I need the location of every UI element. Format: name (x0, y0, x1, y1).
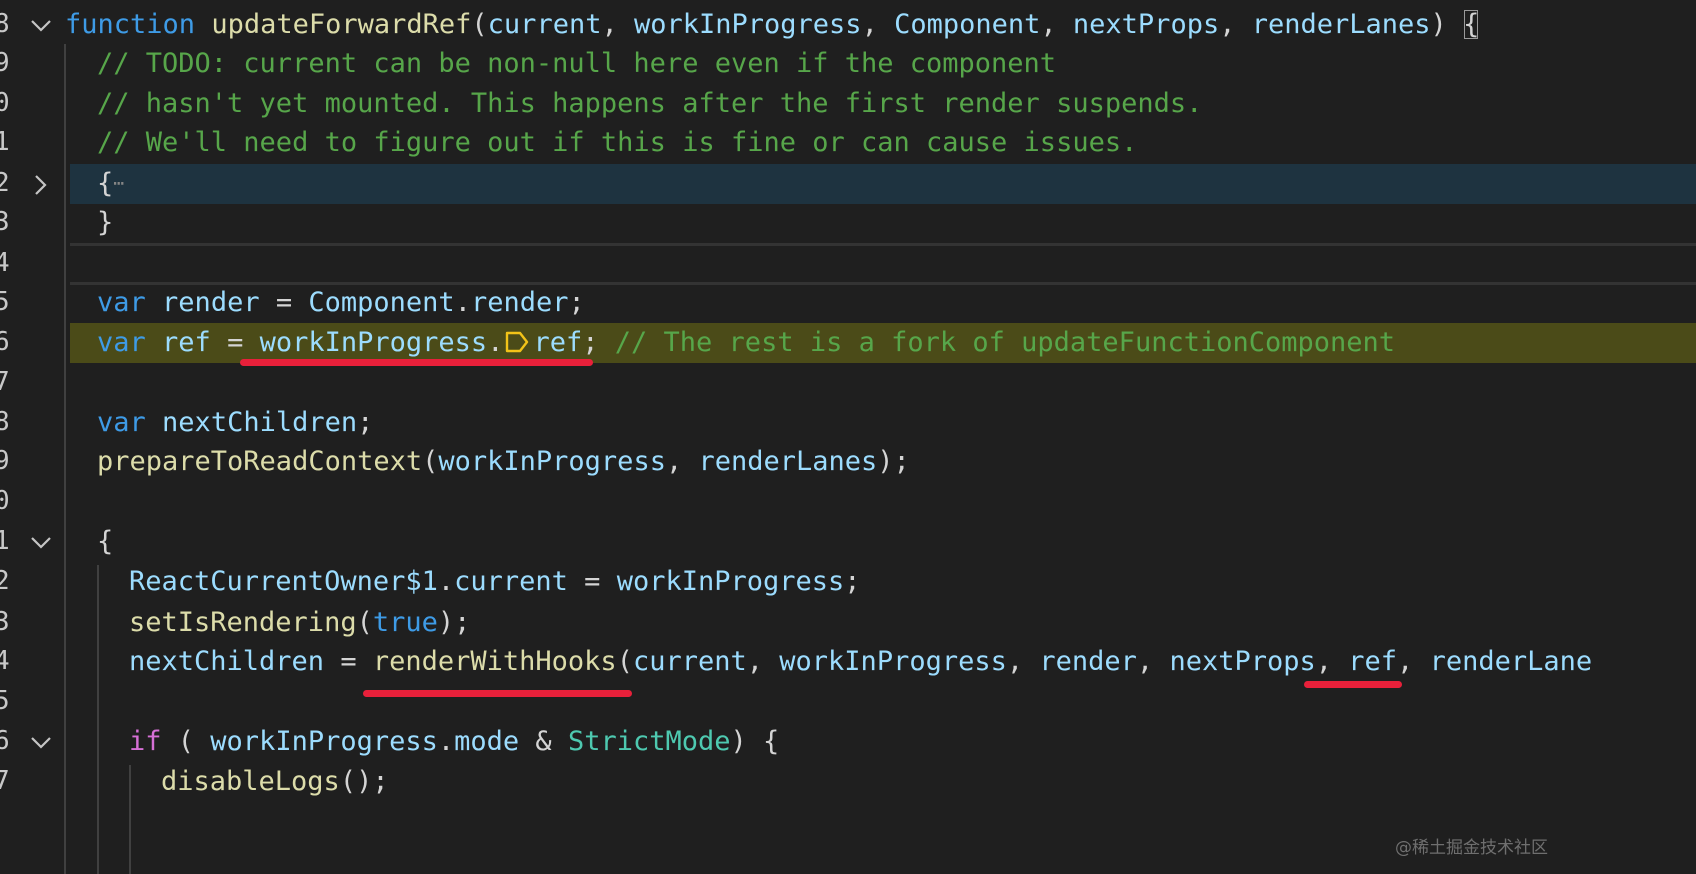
code-line[interactable]: 8 function updateForwardRef(current, wor… (0, 3, 1696, 46)
code-line[interactable]: 4 nextChildren = renderWithHooks(current… (0, 640, 1696, 683)
debug-breakpoint-arrow-icon[interactable] (503, 328, 531, 356)
code-line-folded[interactable]: 2 {⋯ (0, 162, 1696, 205)
line-number: 7 (0, 367, 10, 397)
line-number: 9 (0, 48, 10, 78)
comment: // TODO: current can be non-null here ev… (97, 48, 1057, 79)
chevron-down-icon[interactable] (28, 13, 54, 39)
comment: // hasn't yet mounted. This happens afte… (97, 88, 1203, 119)
code-line[interactable]: 9 prepareToReadContext(workInProgress, r… (0, 440, 1696, 483)
code-text: setIsRendering(true); (129, 607, 471, 638)
line-number: 0 (0, 88, 10, 118)
code-line[interactable]: 0 // hasn't yet mounted. This happens af… (0, 82, 1696, 125)
line-number: 5 (0, 686, 10, 716)
line-number: 2 (0, 168, 10, 198)
code-line[interactable]: 1 // We'll need to figure out if this is… (0, 121, 1696, 164)
code-line[interactable]: 9 // TODO: current can be non-null here … (0, 42, 1696, 85)
chevron-down-icon[interactable] (28, 530, 54, 556)
line-number: 6 (0, 726, 10, 756)
code-text: } (97, 207, 114, 238)
code-line[interactable]: 7 disableLogs(); (0, 760, 1696, 803)
line-number: 1 (0, 526, 10, 556)
code-text: nextChildren = renderWithHooks(current, … (129, 646, 1593, 677)
code-text: prepareToReadContext(workInProgress, ren… (97, 446, 910, 477)
code-text: {⋯ (97, 168, 125, 199)
code-line[interactable]: 5 (0, 680, 1696, 723)
line-number: 3 (0, 207, 10, 237)
code-text: function updateForwardRef(current, workI… (65, 9, 1480, 40)
code-text: var render = Component.render; (97, 287, 585, 318)
line-number: 8 (0, 407, 10, 437)
code-text: var nextChildren; (97, 407, 374, 438)
line-number: 1 (0, 127, 10, 157)
code-editor[interactable]: 8 function updateForwardRef(current, wor… (0, 0, 1696, 874)
line-number: 9 (0, 446, 10, 476)
matched-bracket: { (1463, 9, 1480, 40)
chevron-right-icon[interactable] (28, 172, 54, 198)
code-text: disableLogs(); (161, 766, 389, 797)
folded-ellipsis: ⋯ (113, 173, 125, 194)
code-line[interactable]: 7 (0, 361, 1696, 404)
line-number: 7 (0, 766, 10, 796)
line-number: 0 (0, 486, 10, 516)
code-line[interactable]: 8 var nextChildren; (0, 401, 1696, 444)
line-number: 3 (0, 607, 10, 637)
code-line[interactable]: 3 setIsRendering(true); (0, 601, 1696, 644)
line-number: 6 (0, 327, 10, 357)
code-text: var ref = workInProgress. ref; // The res… (97, 327, 1396, 358)
code-line[interactable]: 0 (0, 480, 1696, 523)
code-line[interactable]: 2 ReactCurrentOwner$1.current = workInPr… (0, 560, 1696, 603)
code-line[interactable]: 5 var render = Component.render; (0, 281, 1696, 324)
code-line[interactable]: 1 { (0, 520, 1696, 563)
line-number: 2 (0, 566, 10, 596)
code-line[interactable]: 4 (0, 242, 1696, 285)
code-line-current[interactable]: 6 var ref = workInProgress. ref; // The r… (0, 321, 1696, 364)
code-line[interactable]: 3 } (0, 201, 1696, 244)
watermark: @稀土掘金技术社区 (1395, 838, 1548, 858)
line-number: 5 (0, 287, 10, 317)
line-number: 4 (0, 248, 10, 278)
line-number: 8 (0, 9, 10, 39)
code-line[interactable]: 6 if ( workInProgress.mode & StrictMode)… (0, 720, 1696, 763)
code-text: ReactCurrentOwner$1.current = workInProg… (129, 566, 861, 597)
code-text: { (97, 526, 114, 557)
code-text: if ( workInProgress.mode & StrictMode) { (129, 726, 780, 757)
chevron-down-icon[interactable] (28, 730, 54, 756)
line-number: 4 (0, 646, 10, 676)
comment: // We'll need to figure out if this is f… (97, 127, 1138, 158)
